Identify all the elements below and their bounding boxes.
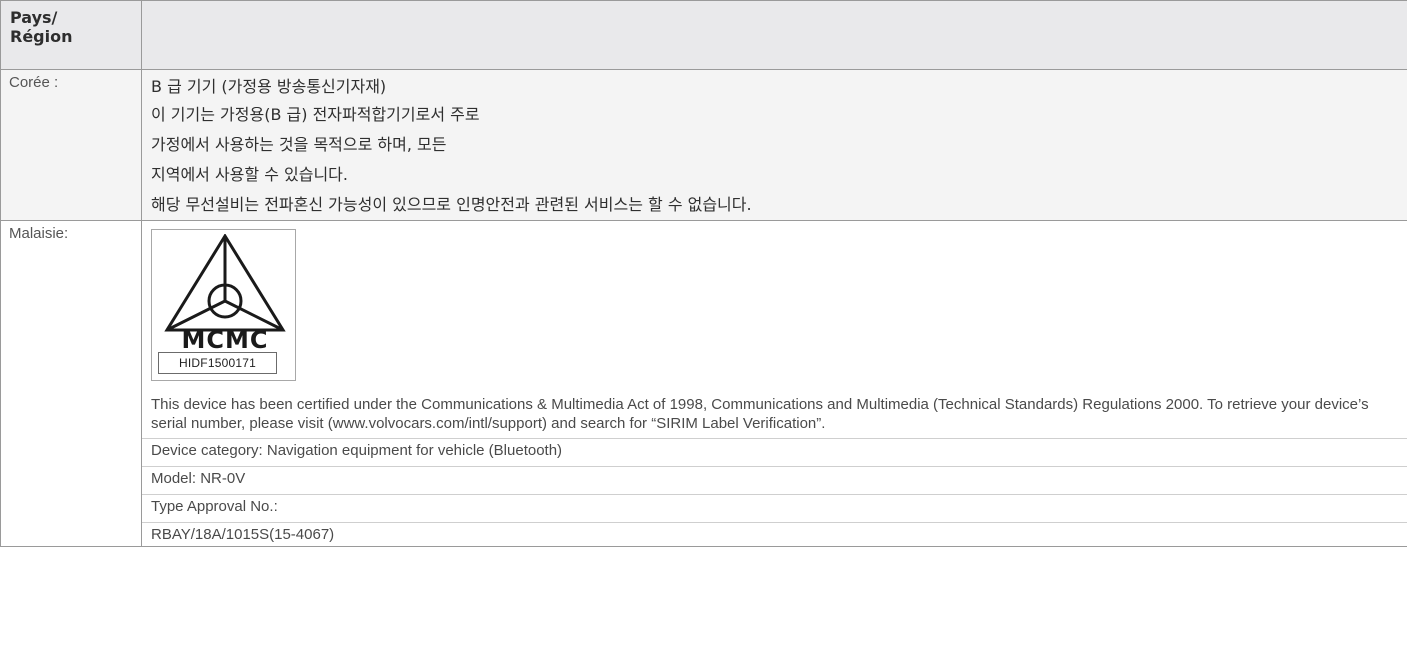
- korea-line: 이 기기는 가정용(B 급) 전자파적합기기로서 주로: [151, 105, 480, 124]
- region-korea: Corée :: [0, 69, 142, 221]
- korea-line: 가정에서 사용하는 것을 목적으로 하며, 모든: [151, 135, 447, 154]
- table-row-malaysia: Malaisie: MCMC HIDF1500171 This device h…: [0, 220, 1407, 547]
- region-malaysia: Malaisie:: [0, 220, 142, 547]
- certification-text: This device has been certified under the…: [151, 396, 1369, 432]
- regulatory-table: Pays/ Région Corée : B 급 기기 (가정용 방송통신기자재…: [0, 0, 1407, 547]
- korea-line: 지역에서 사용할 수 있습니다.: [151, 165, 348, 184]
- header-blank: [141, 0, 1407, 70]
- mcmc-triangle-icon: MCMC: [164, 234, 286, 350]
- type-approval-number: RBAY/18A/1015S(15-4067): [142, 522, 1407, 546]
- model-number: Model: NR-0V: [142, 466, 1407, 490]
- mcmc-logo: MCMC HIDF1500171: [151, 229, 296, 381]
- type-approval-label: Type Approval No.:: [142, 494, 1407, 518]
- device-category: Device category: Navigation equipment fo…: [142, 438, 1407, 462]
- malaysia-content: MCMC HIDF1500171 This device has been ce…: [141, 220, 1407, 547]
- mcmc-logo-text: MCMC: [182, 326, 269, 350]
- korea-line: B 급 기기 (가정용 방송통신기자재): [151, 77, 387, 96]
- mcmc-id-label: HIDF1500171: [158, 352, 277, 374]
- korea-content: B 급 기기 (가정용 방송통신기자재) 이 기기는 가정용(B 급) 전자파적…: [141, 69, 1407, 221]
- korea-line: 해당 무선설비는 전파혼신 가능성이 있으므로 인명안전과 관련된 서비스는 할…: [151, 195, 752, 214]
- header-region: Pays/ Région: [0, 0, 142, 70]
- table-header-row: Pays/ Région: [0, 0, 1407, 70]
- table-row-korea: Corée : B 급 기기 (가정용 방송통신기자재) 이 기기는 가정용(B…: [0, 69, 1407, 221]
